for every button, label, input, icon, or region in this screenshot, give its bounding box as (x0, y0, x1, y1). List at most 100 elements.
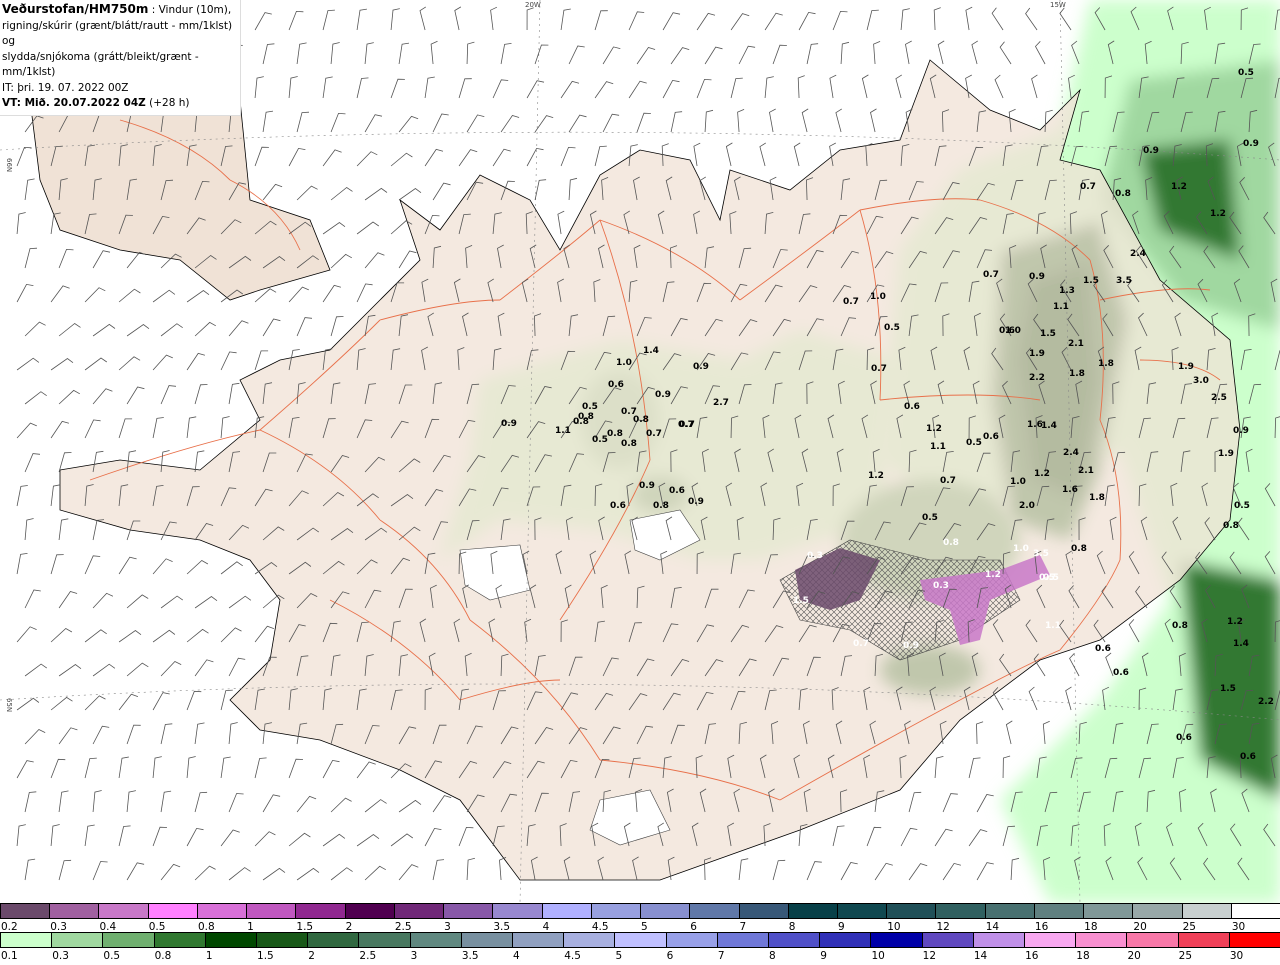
wind-barb (492, 79, 509, 99)
snow-legend-swatch (689, 904, 739, 918)
wind-barb (330, 112, 346, 133)
wind-barb (905, 40, 912, 65)
wind-barb (861, 74, 869, 99)
wind-barb (602, 46, 621, 65)
wind-barb (937, 40, 945, 65)
wind-barb (194, 791, 208, 813)
wind-barb (560, 80, 580, 99)
rain-legend-label: 4 (513, 950, 520, 962)
lon-label-15w: 15W (1050, 1, 1066, 9)
wind-barb (24, 663, 48, 677)
wind-barb (50, 824, 60, 847)
rain-legend-swatch (1177, 933, 1229, 947)
wind-barb (908, 863, 928, 881)
wind-barb (16, 697, 40, 711)
precip-value-label: 1.2 (926, 424, 942, 434)
precip-value-label: 0.5 (582, 402, 598, 412)
wind-barb (228, 595, 252, 609)
precip-value-label: 0.7 (940, 476, 956, 486)
wind-barb (390, 152, 413, 167)
snow-legend-swatch (0, 904, 50, 918)
wind-barb (933, 7, 941, 31)
wind-barb (186, 352, 206, 371)
wind-barb (254, 625, 275, 643)
issue-time: IT: þri. 19. 07. 2022 00Z (2, 81, 129, 94)
wind-barb (262, 110, 274, 133)
wind-barb (84, 357, 108, 371)
precip-value-label: 1.0 (616, 358, 632, 368)
wind-barb (628, 11, 645, 31)
precip-value-label: 0.8 (1172, 621, 1188, 631)
wind-barb (870, 108, 877, 133)
wind-barb (458, 149, 478, 167)
wind-barb (356, 283, 373, 303)
wind-barb (704, 46, 723, 65)
wind-barb (220, 416, 230, 439)
wind-barb (737, 109, 745, 133)
snow-legend-swatch (1230, 904, 1280, 918)
rain-legend-label: 16 (1025, 950, 1039, 962)
snow-legend-swatch (443, 904, 493, 918)
lon-label-20w: 20W (525, 1, 541, 9)
wind-barb (92, 388, 113, 405)
snow-legend-swatch (246, 904, 296, 918)
rain-legend-swatch (409, 933, 461, 947)
wind-barb (976, 721, 984, 745)
rain-legend-swatch (1228, 933, 1280, 947)
rain-legend-swatch (819, 933, 871, 947)
snow-color-bar (0, 903, 1280, 919)
snow-legend-swatch (49, 904, 99, 918)
wind-barb (254, 757, 267, 779)
rain-legend-swatch (358, 933, 410, 947)
wind-barb (560, 8, 571, 31)
weather-map[interactable]: 0.5 0.7 0.9 0.9 0.8 1.2 1.2 2.4 0.7 0.9 1.3 1.5 3.5 0… (0, 0, 1280, 903)
precip-value-label: 0.8 (633, 415, 649, 425)
wind-barb (364, 865, 386, 881)
wind-barb (152, 826, 168, 847)
wind-barb (58, 727, 78, 745)
wind-barb (262, 794, 281, 813)
wind-barb (942, 793, 958, 813)
wind-barb (866, 826, 882, 847)
wind-barb (364, 799, 387, 813)
wind-barb (798, 11, 816, 31)
rain-legend-label: 14 (973, 950, 988, 962)
wind-barb (186, 756, 196, 779)
wind-barb (50, 696, 73, 711)
wind-barb (398, 250, 417, 269)
wind-barb (92, 519, 105, 541)
wind-barb (364, 252, 385, 269)
precip-value-label: 1.2 (1227, 617, 1243, 627)
wind-barb (670, 111, 683, 133)
wind-barb (58, 790, 69, 813)
rain-legend-label: 25 (1178, 950, 1193, 962)
wind-barb (730, 13, 750, 31)
wind-barb (1028, 686, 1038, 711)
wind-barb (84, 419, 101, 439)
wind-barb (594, 10, 608, 31)
precip-value-label: 0.8 (621, 439, 637, 449)
precip-value-label: 1.1 (1045, 621, 1061, 631)
wind-barb (152, 417, 164, 439)
wind-barb (976, 862, 994, 881)
wind-barb (322, 284, 342, 303)
wind-barb (725, 142, 733, 167)
wind-barb (1031, 74, 1038, 99)
rain-legend-swatch (51, 933, 103, 947)
rain-legend-label: 7 (717, 950, 725, 962)
wind-barb (398, 115, 419, 133)
precip-value-label: 1.5 (1220, 684, 1236, 694)
wind-barb (526, 80, 545, 99)
wind-barb (526, 7, 534, 31)
wind-barb (801, 108, 809, 133)
wind-barb (262, 43, 275, 65)
rain-legend-swatch (153, 933, 205, 947)
wind-barb (793, 142, 801, 167)
wind-barb (84, 824, 95, 847)
rain-legend-label: 3.5 (461, 950, 479, 962)
precip-value-label: 0.8 (1115, 189, 1131, 199)
wind-barb (288, 758, 304, 779)
precip-value-label: 0.3 (807, 551, 823, 561)
precip-value-label: 0.6 (1176, 733, 1192, 743)
wind-barb (942, 862, 962, 881)
